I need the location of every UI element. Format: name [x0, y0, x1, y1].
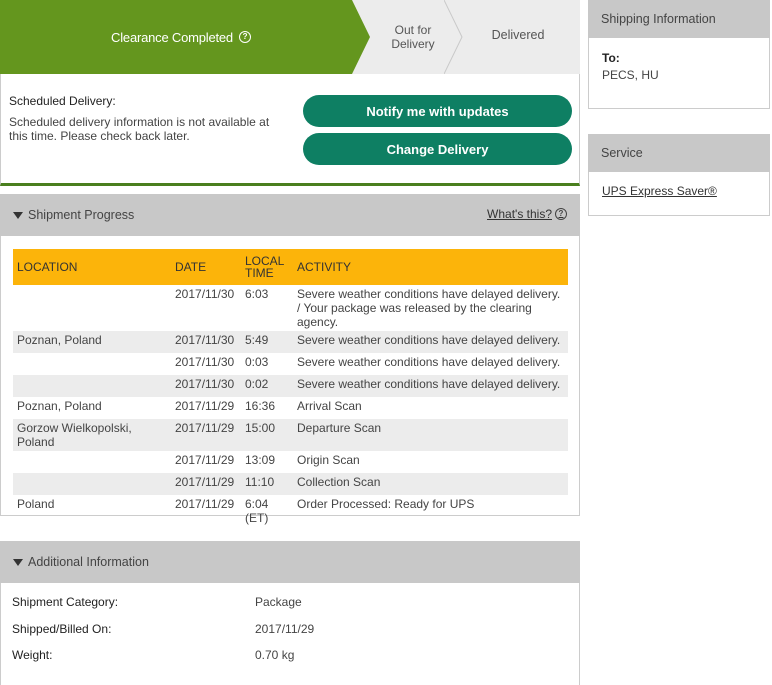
shipment-progress-table: LOCATION DATE LOCAL TIME ACTIVITY 2017/1… — [13, 249, 568, 527]
service-panel: Service UPS Express Saver® — [588, 134, 770, 216]
additional-info-body: Shipment Category: Package Shipped/Bille… — [0, 583, 580, 685]
shipping-information-panel: Shipping Information To: PECS, HU — [588, 0, 770, 109]
cell-date: 2017/11/29 — [175, 399, 235, 413]
help-icon[interactable]: ? — [555, 208, 567, 220]
cell-date: 2017/11/30 — [175, 355, 235, 369]
cell-location — [13, 353, 171, 375]
cell-location — [13, 285, 171, 331]
shipping-information-body: To: PECS, HU — [588, 38, 770, 109]
cell-activity: Order Processed: Ready for UPS — [297, 497, 475, 511]
change-delivery-button[interactable]: Change Delivery — [303, 133, 572, 165]
collapse-triangle-icon[interactable] — [13, 558, 23, 566]
cell-date: 2017/11/29 — [175, 453, 235, 467]
cell-date: 2017/11/30 — [175, 287, 235, 301]
cell-activity: Severe weather conditions have delayed d… — [297, 287, 561, 329]
step-clearance-completed-label: Clearance Completed ? — [0, 0, 362, 74]
cell-activity: Severe weather conditions have delayed d… — [293, 375, 568, 397]
shipped-billed-label: Shipped/Billed On: — [12, 622, 112, 636]
ship-to-label: To: — [602, 51, 620, 65]
table-header-row: LOCATION DATE LOCAL TIME ACTIVITY — [13, 249, 568, 285]
cell-time: 6:04 (ET) — [245, 497, 269, 525]
cell-date: 2017/11/29 — [175, 497, 235, 511]
whats-this-text[interactable]: What's this? — [487, 207, 552, 221]
step-out-line1: Out for — [394, 23, 432, 37]
tracking-main: Clearance Completed ? Out for Delivery De… — [0, 0, 580, 685]
scheduled-delivery-panel: Scheduled Delivery: Scheduled delivery i… — [0, 74, 580, 186]
step-out-line2: Delivery — [391, 37, 435, 51]
shipment-progress-body: LOCATION DATE LOCAL TIME ACTIVITY 2017/1… — [0, 236, 580, 525]
scheduled-delivery-text: Scheduled delivery information is not av… — [9, 115, 270, 143]
cell-date: 2017/11/30 — [171, 375, 241, 397]
service-header: Service — [588, 134, 770, 172]
additional-info-header[interactable]: Additional Information — [0, 541, 580, 583]
ship-to-value: PECS, HU — [602, 68, 659, 82]
table-row: Poznan, Poland 2017/11/30 5:49 Severe weath… — [13, 331, 568, 353]
table-row: 2017/11/29 11:10 Collection Scan — [13, 473, 568, 495]
table-row: 2017/11/29 13:09 Origin Scan — [13, 451, 568, 473]
service-body: UPS Express Saver® — [588, 172, 770, 216]
cell-date: 2017/11/30 — [171, 331, 241, 353]
col-activity: ACTIVITY — [293, 249, 568, 285]
cell-location: Gorzow Wielkopolski, Poland — [13, 419, 171, 451]
cell-activity: Severe weather conditions have delayed d… — [293, 331, 568, 353]
delivery-progress-bar: Clearance Completed ? Out for Delivery De… — [0, 0, 580, 74]
table-row: Poznan, Poland 2017/11/29 16:36 Arrival Sca… — [13, 397, 568, 419]
table-row: 2017/11/30 0:03 Severe weather conditions … — [13, 353, 568, 375]
shipment-progress-header[interactable]: Shipment Progress What's this? ? — [0, 194, 580, 236]
col-location: LOCATION — [13, 249, 171, 285]
cell-time: 15:00 — [241, 419, 293, 451]
cell-location — [13, 375, 171, 397]
cell-activity: Arrival Scan — [297, 399, 362, 413]
step-delivered: Delivered — [491, 28, 545, 42]
col-date: DATE — [171, 249, 241, 285]
notify-updates-button[interactable]: Notify me with updates — [303, 95, 572, 127]
cell-time: 6:03 — [245, 287, 269, 301]
cell-time: 5:49 — [241, 331, 293, 353]
weight-value: 0.70 kg — [255, 648, 295, 662]
cell-activity: Collection Scan — [293, 473, 568, 495]
cell-time: 0:02 — [241, 375, 293, 397]
help-icon[interactable]: ? — [238, 31, 251, 43]
shipment-category-label: Shipment Category: — [12, 595, 119, 609]
cell-location — [13, 473, 171, 495]
cell-time: 16:36 — [245, 399, 276, 413]
additional-info-title: Additional Information — [28, 555, 149, 569]
shipment-category-value: Package — [255, 595, 302, 609]
cell-date: 2017/11/29 — [171, 473, 241, 495]
cell-activity: Departure Scan — [293, 419, 568, 451]
table-row: 2017/11/30 6:03 Severe weather conditions … — [13, 285, 568, 331]
shipped-billed-value: 2017/11/29 — [255, 622, 315, 636]
cell-date: 2017/11/29 — [171, 419, 241, 451]
cell-time: 13:09 — [245, 453, 276, 467]
cell-activity: Severe weather conditions have delayed d… — [297, 355, 561, 369]
col-local-time: LOCAL TIME — [241, 249, 293, 285]
table-row: 2017/11/30 0:02 Severe weather conditions … — [13, 375, 568, 397]
service-link[interactable]: UPS Express Saver® — [602, 184, 717, 198]
shipping-information-header: Shipping Information — [588, 0, 770, 38]
cell-location — [13, 451, 171, 473]
cell-location: Poznan, Poland — [17, 399, 102, 413]
table-row: Gorzow Wielkopolski, Poland 2017/11/29 15:… — [13, 419, 568, 451]
chevron-separator-icon — [444, 0, 463, 74]
cell-time: 11:10 — [241, 473, 293, 495]
whats-this-link[interactable]: What's this? ? — [487, 207, 567, 221]
cell-location: Poland — [17, 497, 55, 511]
scheduled-delivery-title: Scheduled Delivery: — [9, 94, 116, 108]
shipment-progress-title: Shipment Progress — [28, 208, 135, 222]
weight-label: Weight: — [12, 648, 53, 662]
collapse-triangle-icon[interactable] — [13, 211, 23, 219]
cell-activity: Origin Scan — [297, 453, 360, 467]
table-row: Poland 2017/11/29 6:04 (ET) Order Processed… — [13, 495, 568, 527]
cell-time: 0:03 — [245, 355, 269, 369]
cell-location: Poznan, Poland — [13, 331, 171, 353]
step-active-text: Clearance Completed — [111, 29, 233, 45]
